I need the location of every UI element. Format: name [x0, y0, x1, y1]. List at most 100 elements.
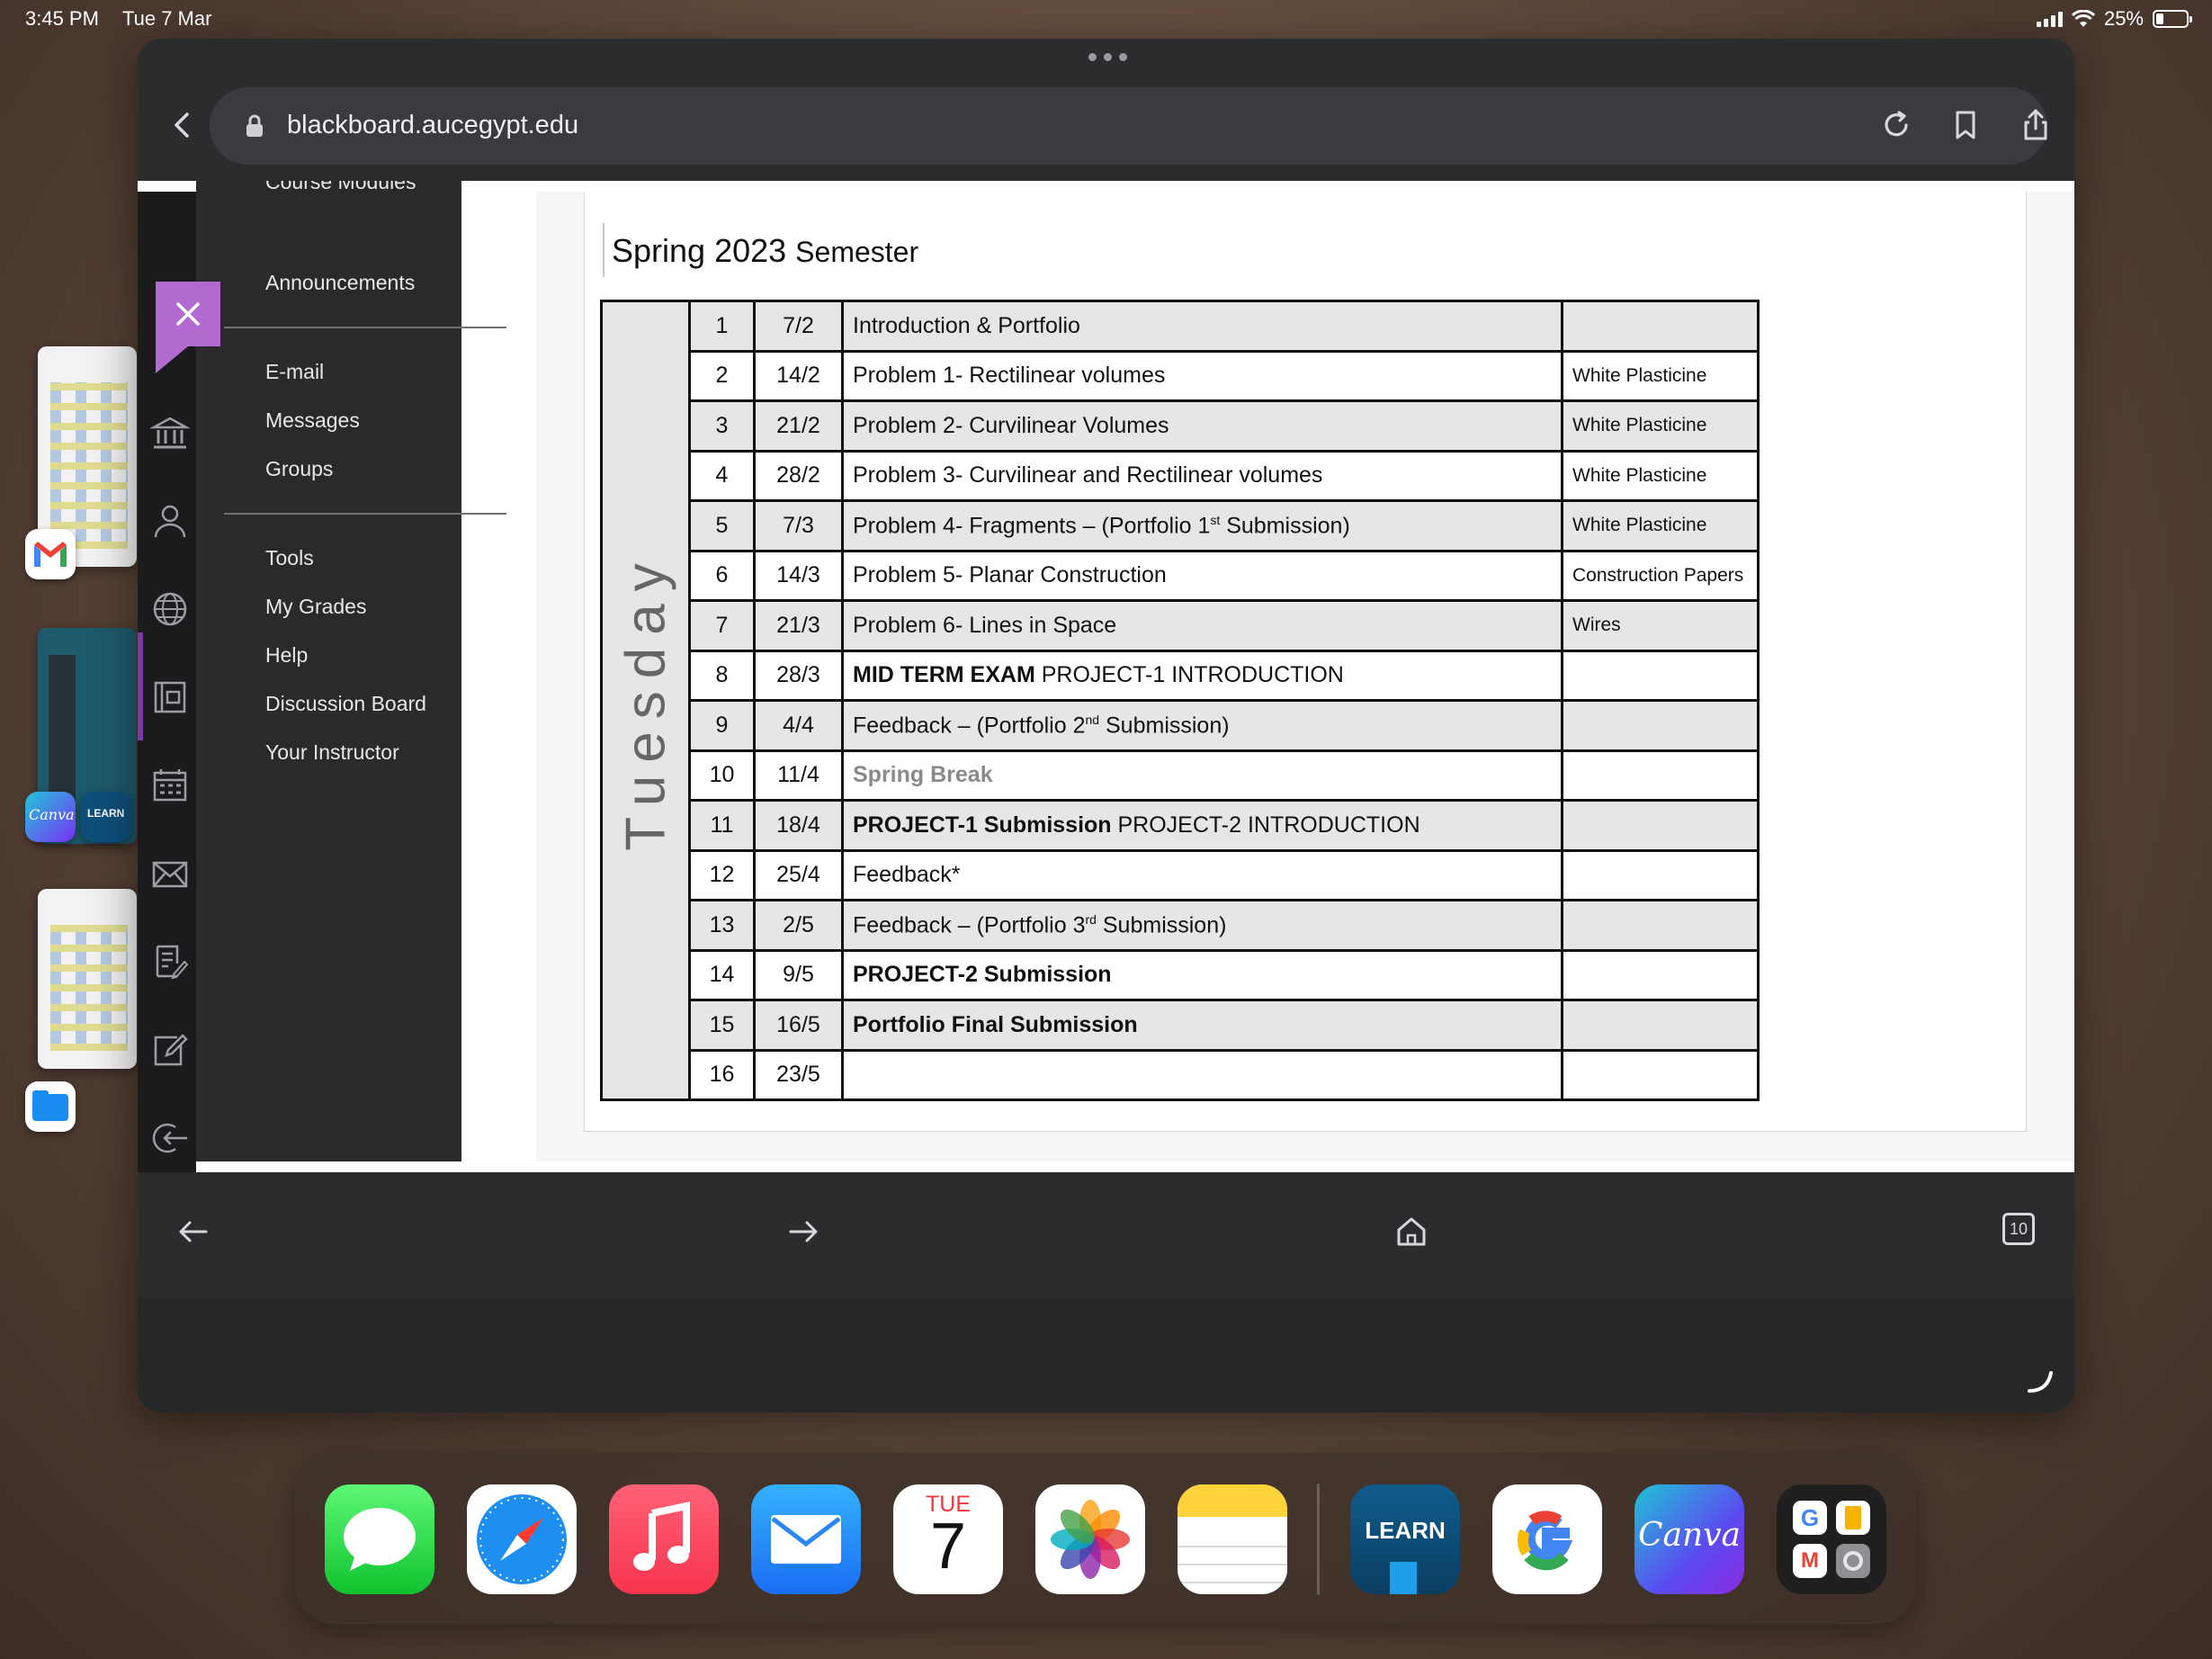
session-number: 3: [688, 399, 756, 453]
calendar-app-icon[interactable]: TUE 7: [893, 1484, 1003, 1594]
topic-text: Submission): [1096, 911, 1227, 937]
table-row: 2 14/2 Problem 1- Rectilinear volumes White…: [602, 349, 1760, 402]
session-number: 1: [688, 300, 756, 353]
multitasking-handle-icon[interactable]: [1088, 53, 1127, 61]
session-material: [1561, 749, 1760, 802]
bookmark-icon[interactable]: [1946, 105, 1985, 145]
photos-app-icon[interactable]: [1035, 1484, 1145, 1594]
settings-mini-icon: [1836, 1544, 1870, 1578]
app-folder-icon[interactable]: G M: [1777, 1484, 1886, 1594]
menu-item-groups[interactable]: Groups: [265, 457, 333, 481]
notes-app-icon[interactable]: [1178, 1484, 1287, 1594]
table-row: 5 7/3 Problem 4- Fragments – (Portfolio 1s…: [602, 499, 1760, 552]
share-icon[interactable]: [2016, 105, 2055, 145]
session-number: 4: [688, 449, 756, 502]
menu-item-tools[interactable]: Tools: [265, 546, 314, 570]
dock-separator: [1317, 1484, 1320, 1595]
google-mini-icon: G: [1793, 1501, 1827, 1535]
courses-icon[interactable]: [150, 677, 190, 717]
session-material: [1561, 1048, 1760, 1101]
forward-arrow-icon[interactable]: [784, 1212, 823, 1251]
institution-icon[interactable]: [150, 413, 190, 453]
notes-header: [1178, 1484, 1287, 1517]
safari-app-icon[interactable]: [467, 1484, 577, 1594]
mail-app-icon[interactable]: [751, 1484, 861, 1594]
close-icon[interactable]: [171, 297, 205, 331]
back-chevron-icon[interactable]: [165, 107, 201, 143]
status-indicators: 25%: [2036, 7, 2192, 31]
session-topic: PROJECT-2 Submission: [841, 948, 1563, 1001]
google-app-icon[interactable]: [1492, 1484, 1602, 1594]
session-number: 5: [688, 499, 756, 552]
canva-app-icon[interactable]: Canva: [25, 792, 76, 842]
document-edge-line: [603, 223, 604, 277]
url-text[interactable]: blackboard.aucegypt.edu: [287, 111, 578, 140]
session-topic: Feedback*: [841, 848, 1563, 901]
calendar-icon[interactable]: [150, 766, 190, 805]
grades-icon[interactable]: [150, 942, 190, 982]
topic-text: rd: [1085, 911, 1097, 927]
topic-text: Introduction & Portfolio: [853, 312, 1080, 338]
topic-text: Feedback – (Portfolio 2: [853, 712, 1086, 738]
topic-text: Submission): [1220, 512, 1350, 538]
session-material: White Plasticine: [1561, 449, 1760, 502]
reload-icon[interactable]: [1876, 105, 1916, 145]
session-topic: Problem 1- Rectilinear volumes: [841, 349, 1563, 402]
topic-text: Problem 5- Planar Construction: [853, 562, 1167, 588]
session-date: 11/4: [753, 749, 844, 802]
table-row: 9 4/4 Feedback – (Portfolio 2nd Submission…: [602, 699, 1760, 752]
session-topic: Spring Break: [841, 749, 1563, 802]
menu-item-discussion-board[interactable]: Discussion Board: [265, 692, 426, 716]
session-material: White Plasticine: [1561, 499, 1760, 552]
menu-item-messages[interactable]: Messages: [265, 408, 360, 433]
menu-item-email[interactable]: E-mail: [265, 360, 324, 384]
session-material: [1561, 649, 1760, 702]
topic-text: PROJECT-1 Submission: [853, 812, 1112, 838]
address-bar[interactable]: blackboard.aucegypt.edu: [210, 87, 2047, 165]
profile-icon[interactable]: [150, 501, 190, 541]
topic-text: Portfolio Final Submission: [853, 1011, 1138, 1037]
gmail-icon[interactable]: [25, 529, 76, 579]
session-material: [1561, 899, 1760, 952]
music-app-icon[interactable]: [609, 1484, 719, 1594]
menu-item-your-instructor[interactable]: Your Instructor: [265, 740, 399, 765]
topic-text: Feedback – (Portfolio 3: [853, 911, 1086, 937]
back-arrow-icon[interactable]: [174, 1212, 213, 1251]
topic-text: PROJECT-1 INTRODUCTION: [1034, 662, 1344, 688]
blackboard-learn-app-icon[interactable]: LEARN: [1350, 1484, 1460, 1594]
canva-label: Canva: [1638, 1517, 1741, 1554]
resize-handle-icon[interactable]: [2022, 1364, 2058, 1400]
sign-out-icon[interactable]: [150, 1118, 190, 1158]
topic-text: Submission): [1099, 712, 1230, 738]
menu-item-help[interactable]: Help: [265, 643, 308, 668]
tabs-button[interactable]: 10: [2002, 1213, 2035, 1245]
session-date: 14/3: [753, 549, 844, 602]
learn-app-icon[interactable]: LEARN: [81, 792, 131, 842]
mail-icon[interactable]: [150, 854, 190, 893]
menu-item-course-modules[interactable]: Course Modules: [265, 181, 416, 194]
messages-app-icon[interactable]: [325, 1484, 434, 1594]
session-topic: Problem 3- Curvilinear and Rectilinear v…: [841, 449, 1563, 502]
canva-dock-app-icon[interactable]: Canva: [1634, 1484, 1744, 1594]
files-app-icon[interactable]: [25, 1081, 76, 1132]
table-row: 8 28/3 MID TERM EXAM PROJECT-1 INTRODUCTIO…: [602, 649, 1760, 702]
session-date: 16/5: [753, 999, 844, 1052]
thumbnail-content: [50, 382, 128, 549]
edit-icon[interactable]: [150, 1030, 190, 1070]
session-material: White Plasticine: [1561, 399, 1760, 453]
schedule-table: Tuesday 1 7/2 Introduction & Portfolio 2 14/2…: [600, 300, 1760, 1101]
slideover-thumbnail-document-2[interactable]: [38, 889, 137, 1069]
session-material: [1561, 999, 1760, 1052]
menu-divider: [224, 513, 506, 515]
table-row: 4 28/2 Problem 3- Curvilinear and Rectilin…: [602, 449, 1760, 502]
menu-item-my-grades[interactable]: My Grades: [265, 595, 366, 619]
globe-icon[interactable]: [150, 589, 190, 629]
menu-item-announcements[interactable]: Announcements: [265, 271, 415, 295]
session-topic: PROJECT-1 Submission PROJECT-2 INTRODUCT…: [841, 799, 1563, 852]
session-topic: Problem 5- Planar Construction: [841, 549, 1563, 602]
session-number: 6: [688, 549, 756, 602]
session-date: 7/2: [753, 300, 844, 353]
browser-window: blackboard.aucegypt.edu Course Modules A…: [138, 39, 2074, 1412]
session-topic: Feedback – (Portfolio 2nd Submission): [841, 699, 1563, 752]
home-icon[interactable]: [1392, 1212, 1431, 1251]
